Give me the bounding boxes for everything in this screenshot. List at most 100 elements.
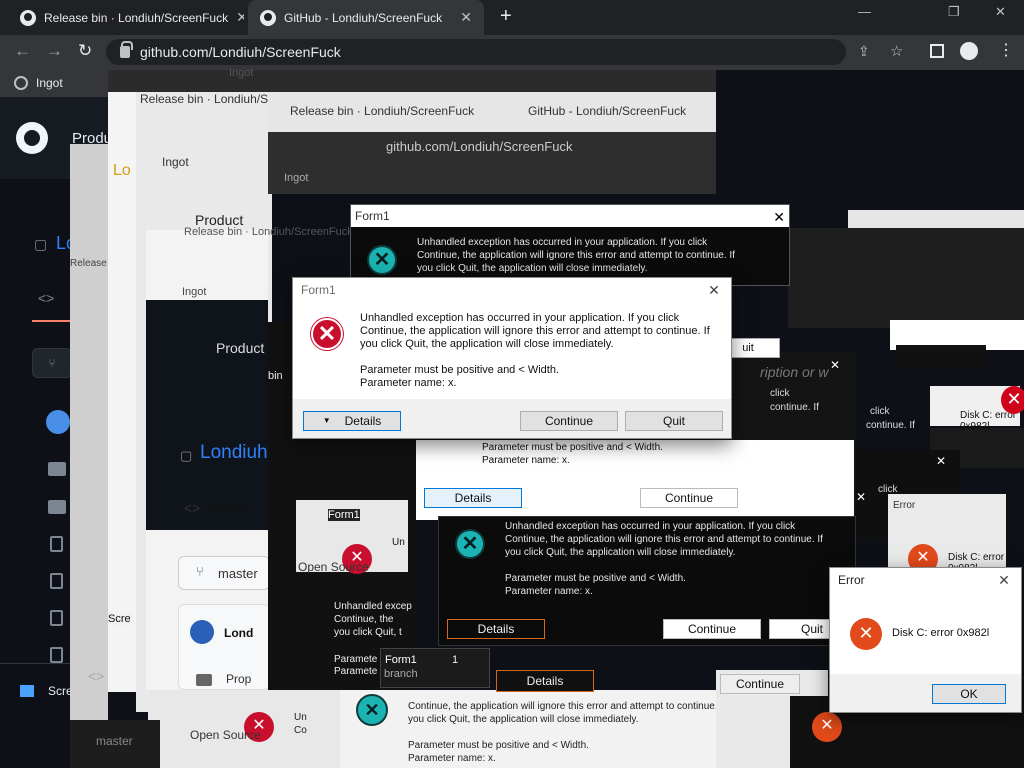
ghost-click: click <box>770 388 790 399</box>
ghost-bookmark: Ingot <box>284 172 309 184</box>
dialog-body: ✕ Disk C: error 0x982l <box>830 592 1021 674</box>
globe-icon <box>14 76 28 90</box>
ghost-unhandled: Unhandled excep <box>334 601 412 612</box>
ghost-parameter: Paramete <box>334 666 378 677</box>
menu-icon[interactable]: ⋮ <box>998 40 1014 60</box>
ok-button[interactable]: OK <box>932 684 1006 704</box>
ghost-tab-title: Release bin · Londiuh/ScreenFuck <box>184 226 353 238</box>
dialog-parameter-line: Parameter must be positive and < Width. <box>360 364 560 376</box>
ghost-continue-button: Continue <box>720 674 800 694</box>
file-icon <box>50 647 63 663</box>
error-icon: ✕ <box>367 245 397 275</box>
glitch-shard <box>178 604 270 690</box>
github-logo-icon[interactable] <box>16 122 48 154</box>
ghost-message: Continue, the application will ignore th… <box>505 534 823 545</box>
repo-icon: ▢ <box>180 448 193 463</box>
ghost-param: Parameter name: x. <box>408 753 496 764</box>
ghost-message: Unhandled exception has occurred in your… <box>505 521 796 532</box>
ghost-continue-button: Continue <box>663 619 761 639</box>
code-icon: <> <box>38 290 55 306</box>
star-icon[interactable]: ☆ <box>890 42 903 60</box>
ghost-dialog-titlebar: Form1 ✕ <box>351 205 789 227</box>
forward-icon[interactable]: → <box>46 41 63 61</box>
back-icon[interactable]: ← <box>14 41 31 61</box>
ghost-continue-short: Continue, the <box>334 614 394 625</box>
file-icon <box>50 536 63 552</box>
details-button[interactable]: ▼ Details <box>303 411 401 431</box>
avatar <box>190 620 214 644</box>
tab-github-repo[interactable]: GitHub - Londiuh/ScreenFuck ✕ <box>248 0 484 35</box>
dialog-title: Form1 <box>301 283 336 297</box>
ghost-dialog-dark: Form1 ✕ ✕ Unhandled exception has occurr… <box>350 204 790 286</box>
maximize-icon[interactable]: ❐ <box>948 4 960 20</box>
ghost-bookmark: Ingot <box>229 67 254 79</box>
continue-button[interactable]: Continue <box>520 411 618 431</box>
repo-icon: ▢ <box>34 236 48 252</box>
close-icon[interactable]: ✕ <box>236 9 244 26</box>
quit-button[interactable]: Quit <box>625 411 723 431</box>
dialog-titlebar: Form1 ✕ <box>293 278 731 302</box>
ghost-message: you click Quit, the application will clo… <box>417 263 648 274</box>
branch-icon[interactable]: ⑂ <box>32 348 72 378</box>
ghost-branch: master <box>96 734 133 748</box>
ghost-message: you click Quit, the application will clo… <box>408 714 639 725</box>
ghost-error-title: Error <box>893 500 916 511</box>
dialog-message-line: you click Quit, the application will clo… <box>360 338 614 350</box>
ghost-bookmark: Ingot <box>162 155 189 169</box>
dropdown-arrow-icon: ▼ <box>322 416 331 425</box>
tab-underline <box>32 320 72 322</box>
dialog-body: ✕ Unhandled exception has occurred in yo… <box>293 302 731 399</box>
avatar[interactable] <box>46 410 70 434</box>
close-icon[interactable]: ✕ <box>697 282 731 299</box>
error-icon: ✕ <box>850 618 882 650</box>
ghost-branch: branch <box>384 668 418 680</box>
minimize-icon[interactable]: — <box>858 4 871 19</box>
file-icon <box>50 610 63 626</box>
ghost-message: Continue, the application will ignore th… <box>408 701 726 712</box>
tab-title: Release bin · Londiuh/ScreenFuck <box>44 10 229 25</box>
screen-label: Scre <box>48 684 73 698</box>
reload-icon[interactable]: ↻ <box>78 41 92 61</box>
dialog-parameter-line: Parameter name: x. <box>360 377 457 389</box>
ghost-message: Unhandled exception has occurred in your… <box>417 237 708 248</box>
sidebar-icon[interactable] <box>930 44 944 58</box>
dialog-message-line: Unhandled exception has occurred in your… <box>360 312 680 324</box>
share-icon[interactable]: ⇪ <box>858 43 870 60</box>
ghost-un: Un <box>294 712 307 723</box>
ghost-repo: Londiuh <box>200 442 268 463</box>
branch-icon: ⑂ <box>196 564 204 579</box>
github-logo-icon <box>260 9 276 26</box>
file-icon <box>50 573 63 589</box>
ghost-continue-button: Continue <box>640 488 738 508</box>
ghost-parameter: Paramete <box>334 654 378 665</box>
error-message: Disk C: error 0x982l <box>892 627 990 639</box>
ghost-dialog-dark: ✕ Unhandled exception has occurred in yo… <box>438 516 856 646</box>
new-tab-icon[interactable]: + <box>500 5 512 28</box>
ghost-product: Product <box>216 340 265 356</box>
tab-title: GitHub - Londiuh/ScreenFuck <box>284 10 443 25</box>
ghost-details-button: Details <box>424 488 522 508</box>
form1-dialog: Form1 ✕ ✕ Unhandled exception has occurr… <box>292 277 732 439</box>
error-icon: ✕ <box>1001 386 1024 414</box>
url-text: github.com/Londiuh/ScreenFuck <box>140 44 341 60</box>
ghost-param: Parameter must be positive and < Width. <box>408 740 589 751</box>
ghost-branch: master <box>218 566 258 581</box>
ghost-param: Parameter must be positive and < Width. <box>482 442 663 453</box>
bookmark-ingot[interactable]: Ingot <box>36 76 63 90</box>
profile-icon[interactable] <box>960 42 978 60</box>
close-icon[interactable]: ✕ <box>460 9 472 26</box>
tab-release-bin[interactable]: Release bin · Londiuh/ScreenFuck ✕ <box>8 0 244 35</box>
address-bar[interactable]: github.com/Londiuh/ScreenFuck <box>106 39 846 65</box>
ghost-continue: continue. If <box>866 420 915 431</box>
ghost-bin: bin <box>268 370 283 382</box>
ghost-screen: Scre <box>108 613 131 625</box>
ghost-repo: Lo <box>113 162 131 179</box>
glitch-shard <box>108 92 136 692</box>
ghost-form-title: Form1 <box>328 509 360 521</box>
ghost-message: Continue, the application will ignore th… <box>417 250 735 261</box>
close-window-icon[interactable]: ✕ <box>995 4 1006 20</box>
close-icon: ✕ <box>856 490 867 504</box>
close-icon[interactable]: ✕ <box>987 572 1021 589</box>
folder-icon <box>48 462 66 476</box>
github-logo-icon <box>20 9 36 26</box>
